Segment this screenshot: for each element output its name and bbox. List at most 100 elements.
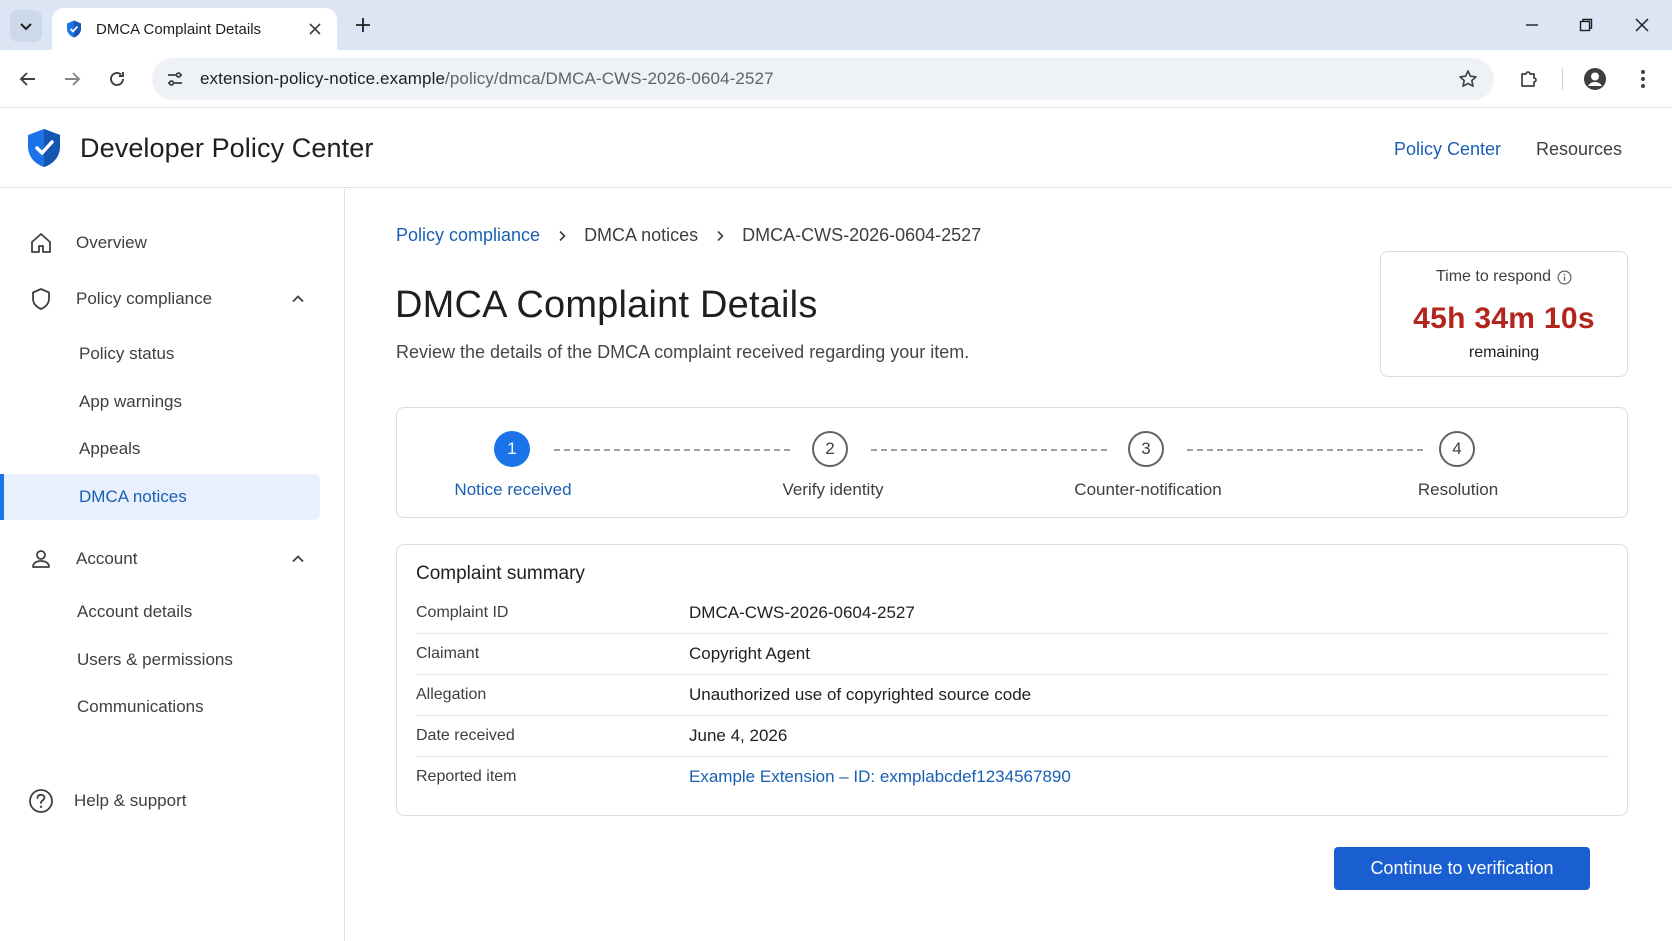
url-host: extension-policy-notice.example xyxy=(200,69,446,88)
site-info-button[interactable] xyxy=(156,60,194,98)
sidebar-item-label: Overview xyxy=(76,233,147,252)
summary-key: Claimant xyxy=(416,645,480,662)
breadcrumb-current: DMCA-CWS-2026-0604-2527 xyxy=(742,225,982,245)
nav-policy-center[interactable]: Policy Center xyxy=(1394,139,1501,160)
sidebar-item-users-permissions[interactable]: Users & permissions xyxy=(0,637,345,683)
shield-logo-icon xyxy=(28,129,60,167)
step-connector xyxy=(871,449,1107,451)
sidebar-item-help-support[interactable]: Help & support xyxy=(0,777,345,825)
sidebar-item-policy-compliance[interactable]: Policy compliance xyxy=(0,275,345,323)
sidebar-item-label: DMCA notices xyxy=(79,487,187,506)
summary-row-allegation: Allegation Unauthorized use of copyright… xyxy=(416,675,1609,716)
arrow-right-icon xyxy=(65,72,81,86)
breadcrumb-link-dmca-notices[interactable]: DMCA notices xyxy=(584,225,698,246)
url-path: /policy/dmca/DMCA-CWS-2026-0604-2527 xyxy=(445,69,774,88)
sidebar-item-label: Account details xyxy=(77,602,193,621)
timer-suffix: remaining xyxy=(1468,344,1540,361)
nav-resources[interactable]: Resources xyxy=(1536,139,1622,160)
sidebar-item-account[interactable]: Account xyxy=(0,535,345,583)
breadcrumb-link-policy-compliance[interactable]: Policy compliance xyxy=(396,225,540,246)
bookmark-star-button[interactable] xyxy=(1456,67,1480,91)
summary-row-reported-item: Reported item Example Extension – ID: ex… xyxy=(416,756,1609,797)
sidebar-item-appeals[interactable]: Appeals xyxy=(0,426,345,472)
sidebar-item-overview[interactable]: Overview xyxy=(0,219,345,267)
summary-row-complaint-id: Complaint ID DMCA-CWS-2026-0604-2527 xyxy=(416,593,1609,634)
tab-title: DMCA Complaint Details xyxy=(96,20,262,38)
summary-row-date-received: Date received June 4, 2026 xyxy=(416,716,1609,757)
minimize-icon xyxy=(1526,24,1538,26)
reload-button[interactable] xyxy=(102,64,132,94)
sidebar-item-dmca-notices[interactable]: DMCA notices xyxy=(0,474,320,520)
step-4-indicator: 4 xyxy=(1439,431,1475,467)
browser-menu-button[interactable] xyxy=(1628,64,1658,94)
summary-value: DMCA-CWS-2026-0604-2527 xyxy=(689,603,915,622)
back-button[interactable] xyxy=(13,64,43,94)
timer-value: 45h 34m 10s xyxy=(1413,302,1595,335)
chevron-down-icon xyxy=(20,23,32,31)
plus-icon xyxy=(356,18,370,32)
browser-tab-strip: DMCA Complaint Details xyxy=(0,0,1672,50)
account-circle-icon xyxy=(1584,68,1606,90)
page-subtitle: Review the details of the DMCA complaint… xyxy=(396,342,970,362)
sidebar-item-policy-status[interactable]: Policy status xyxy=(0,331,345,377)
page-title: DMCA Complaint Details xyxy=(395,284,818,326)
tab-search-button[interactable] xyxy=(10,10,42,42)
restore-icon xyxy=(1579,18,1593,32)
sidebar-item-account-details[interactable]: Account details xyxy=(0,589,345,635)
reported-item-link[interactable]: Example Extension – ID: exmplabcdef12345… xyxy=(689,767,1071,787)
close-window-button[interactable] xyxy=(1626,10,1658,40)
browser-tab-active[interactable]: DMCA Complaint Details xyxy=(52,8,337,50)
extensions-button[interactable] xyxy=(1514,64,1544,94)
chevron-right-icon xyxy=(698,230,742,242)
chevron-right-icon xyxy=(540,230,584,242)
url-text: extension-policy-notice.example/policy/d… xyxy=(200,69,774,89)
reload-icon xyxy=(110,72,124,86)
summary-row-claimant: Claimant Copyright Agent xyxy=(416,634,1609,675)
home-icon xyxy=(28,230,54,256)
step-4-label: Resolution xyxy=(1417,480,1499,499)
sidebar-item-label: Policy compliance xyxy=(76,289,213,308)
summary-key: Allegation xyxy=(416,686,487,703)
browser-toolbar: extension-policy-notice.example/policy/d… xyxy=(0,50,1672,108)
sidebar-item-label: Help & support xyxy=(74,791,187,810)
summary-key: Complaint ID xyxy=(416,604,509,621)
star-icon xyxy=(1459,70,1477,87)
chevron-up-icon[interactable] xyxy=(286,547,310,571)
summary-key: Date received xyxy=(416,727,515,744)
app-header: Developer Policy Center Policy Center Re… xyxy=(0,109,1672,188)
info-icon[interactable] xyxy=(1557,270,1572,285)
sidebar: Overview Policy compliance Policy status… xyxy=(0,189,345,941)
step-1-indicator: 1 xyxy=(494,431,530,467)
tab-close-icon[interactable] xyxy=(305,19,325,39)
sidebar-item-label: Users & permissions xyxy=(77,650,233,669)
arrow-left-icon xyxy=(19,72,35,86)
puzzle-icon xyxy=(1521,71,1537,87)
chevron-up-icon[interactable] xyxy=(286,287,310,311)
profile-button[interactable] xyxy=(1580,64,1610,94)
minimize-button[interactable] xyxy=(1516,10,1548,40)
forward-button[interactable] xyxy=(57,64,87,94)
complaint-summary-card: Complaint summary Complaint ID DMCA-CWS-… xyxy=(396,544,1628,816)
restore-button[interactable] xyxy=(1570,10,1602,40)
step-2-label: Verify identity xyxy=(782,480,884,499)
new-tab-button[interactable] xyxy=(350,12,376,38)
step-3-label: Counter-notification xyxy=(1074,480,1222,499)
timer-label-row: Time to respond xyxy=(1381,268,1627,286)
timer-label: Time to respond xyxy=(1435,268,1551,285)
app-title: Developer Policy Center xyxy=(80,133,374,163)
more-vert-icon xyxy=(1641,70,1645,88)
sidebar-item-label: Communications xyxy=(77,697,204,716)
breadcrumb: Policy compliance DMCA notices DMCA-CWS-… xyxy=(396,225,981,246)
tune-icon xyxy=(168,72,182,86)
step-connector xyxy=(1187,449,1423,451)
sidebar-item-communications[interactable]: Communications xyxy=(0,684,345,730)
address-bar[interactable]: extension-policy-notice.example/policy/d… xyxy=(152,58,1494,100)
sidebar-item-app-warnings[interactable]: App warnings xyxy=(0,379,345,425)
close-icon xyxy=(1635,18,1649,32)
step-3-indicator: 3 xyxy=(1128,431,1164,467)
continue-to-verification-button[interactable]: Continue to verification xyxy=(1334,847,1590,890)
step-2-indicator: 2 xyxy=(812,431,848,467)
summary-value: Unauthorized use of copyrighted source c… xyxy=(689,685,1032,704)
shield-favicon-icon xyxy=(67,20,81,38)
sidebar-item-label: Policy status xyxy=(79,344,175,363)
